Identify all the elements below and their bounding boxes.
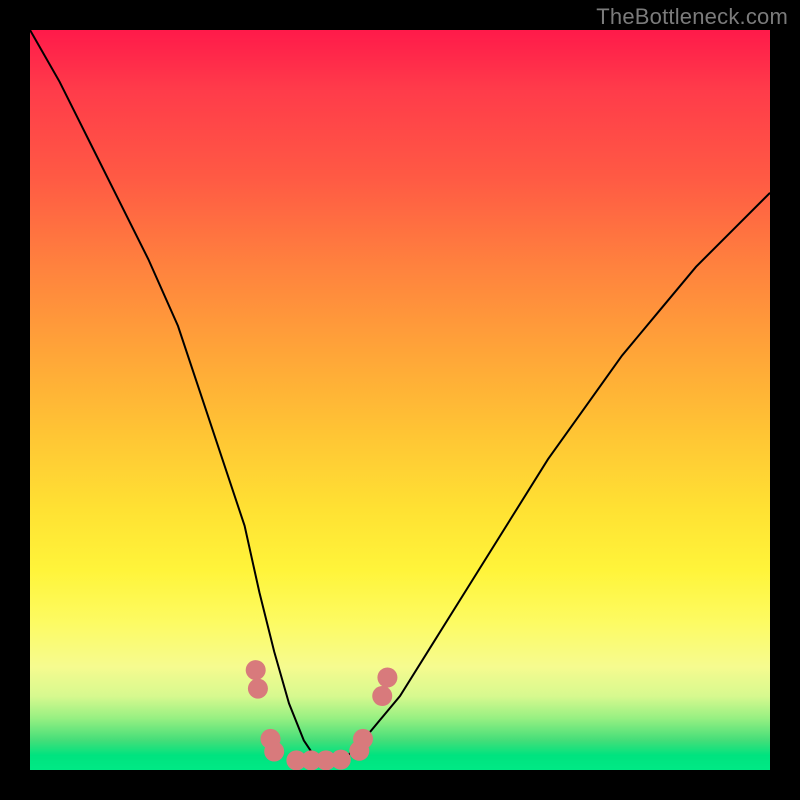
- curve-markers: [246, 660, 398, 770]
- outer-frame: TheBottleneck.com: [0, 0, 800, 800]
- marker-dot: [248, 679, 268, 699]
- marker-dot: [264, 742, 284, 762]
- watermark-text: TheBottleneck.com: [596, 4, 788, 30]
- marker-dot: [246, 660, 266, 680]
- plot-area: [30, 30, 770, 770]
- marker-dot: [331, 750, 351, 770]
- marker-dot: [372, 686, 392, 706]
- curve-path: [30, 30, 770, 763]
- curve-layer: [30, 30, 770, 770]
- marker-dot: [353, 729, 373, 749]
- bottleneck-curve: [30, 30, 770, 763]
- marker-dot: [377, 668, 397, 688]
